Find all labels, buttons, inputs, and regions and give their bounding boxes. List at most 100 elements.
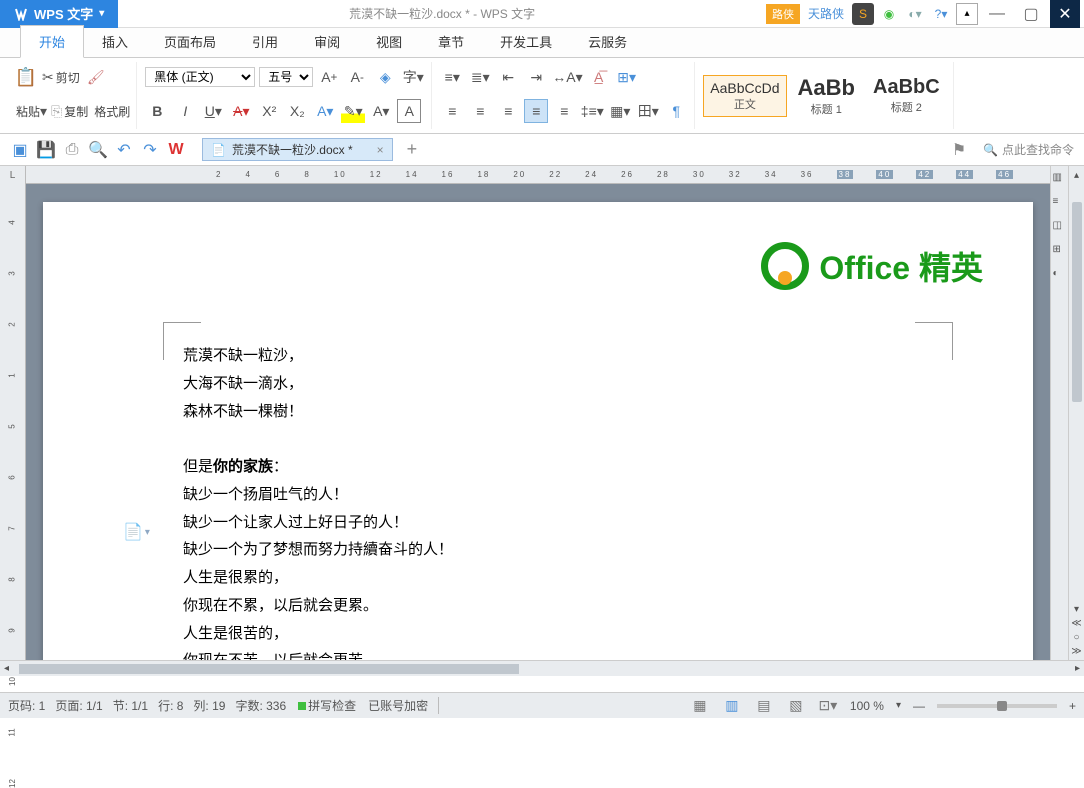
status-encrypt[interactable]: 已账号加密 bbox=[368, 697, 439, 714]
close-button[interactable]: ✕ bbox=[1050, 0, 1080, 28]
char-shading-button[interactable]: A bbox=[397, 99, 421, 123]
panel-icon-4[interactable]: ⊞ bbox=[1053, 244, 1067, 258]
minimize-button[interactable]: — bbox=[982, 0, 1012, 28]
borders-button[interactable]: 田▾ bbox=[636, 99, 660, 123]
paste-icon[interactable]: 📋 bbox=[14, 65, 38, 89]
vertical-ruler[interactable]: 432156789101112 bbox=[0, 166, 26, 660]
status-section[interactable]: 节: 1/1 bbox=[113, 697, 148, 714]
view-fullscreen-icon[interactable]: ⊡▾ bbox=[818, 696, 838, 716]
format-brush-icon[interactable]: 🖌 bbox=[84, 65, 108, 89]
tab-chapter[interactable]: 章节 bbox=[420, 26, 482, 57]
status-col[interactable]: 列: 19 bbox=[193, 697, 225, 714]
print-icon[interactable]: ⎙ bbox=[60, 138, 84, 162]
view-outline-icon[interactable]: ▤ bbox=[754, 696, 774, 716]
vertical-scrollbar[interactable]: ▴ ▾ ≪ ○ ≫ bbox=[1068, 166, 1084, 660]
style-h1[interactable]: AaBb 标题 1 bbox=[791, 70, 862, 122]
align-center-button[interactable]: ≡ bbox=[468, 99, 492, 123]
style-normal[interactable]: AaBbCcDd 正文 bbox=[703, 75, 786, 117]
align-justify-button[interactable]: ≡ bbox=[524, 99, 548, 123]
status-spell[interactable]: 拼写检查 bbox=[298, 697, 356, 714]
char-scale-button[interactable]: ↔A▾ bbox=[552, 65, 582, 89]
scroll-up-icon[interactable]: ▴ bbox=[1070, 168, 1084, 182]
change-case-icon[interactable]: 字▾ bbox=[401, 65, 425, 89]
view-print-icon[interactable]: ▦ bbox=[690, 696, 710, 716]
clear-format-icon[interactable]: ◈ bbox=[373, 65, 397, 89]
horizontal-ruler[interactable]: 2468101214161820222426283032343638404244… bbox=[26, 166, 1050, 184]
horizontal-scrollbar[interactable]: ◂ ▸ bbox=[0, 660, 1084, 676]
search-command[interactable]: 🔍 点此查找命令 bbox=[973, 141, 1084, 158]
help-icon[interactable]: ?▾ bbox=[930, 3, 952, 25]
highlight-button[interactable]: ✎▾ bbox=[341, 99, 365, 123]
scroll-left-icon[interactable]: ◂ bbox=[0, 663, 13, 674]
zoom-value[interactable]: 100 % bbox=[850, 699, 884, 713]
bold-button[interactable]: B bbox=[145, 99, 169, 123]
user-badge[interactable]: 路侠 bbox=[766, 4, 800, 24]
zoom-out-button[interactable]: — bbox=[913, 699, 925, 713]
cut-button[interactable]: ✂剪切 bbox=[42, 65, 80, 89]
scroll-down-icon[interactable]: ▾ bbox=[1070, 602, 1084, 616]
tab-insert[interactable]: 插入 bbox=[84, 26, 146, 57]
status-page-total[interactable]: 页面: 1/1 bbox=[55, 697, 102, 714]
tab-references[interactable]: 引用 bbox=[234, 26, 296, 57]
indent-dec-button[interactable]: ⇤ bbox=[496, 65, 520, 89]
view-web-icon[interactable]: ▧ bbox=[786, 696, 806, 716]
maximize-button[interactable]: ▢ bbox=[1016, 0, 1046, 28]
align-left-button[interactable]: ≡ bbox=[440, 99, 464, 123]
line-spacing-button[interactable]: A̲̅ bbox=[587, 65, 611, 89]
zoom-in-button[interactable]: + bbox=[1069, 699, 1076, 713]
status-page-no[interactable]: 页码: 1 bbox=[8, 697, 45, 714]
underline-button[interactable]: U▾ bbox=[201, 99, 225, 123]
show-marks-button[interactable]: ¶ bbox=[664, 99, 688, 123]
shading-button[interactable]: ▦▾ bbox=[608, 99, 632, 123]
align-distribute-button[interactable]: ≡ bbox=[552, 99, 576, 123]
shrink-font-icon[interactable]: A- bbox=[345, 65, 369, 89]
char-border-button[interactable]: A▾ bbox=[369, 99, 393, 123]
line-height-button[interactable]: ‡≡▾ bbox=[580, 99, 604, 123]
save-icon[interactable]: 💾 bbox=[34, 138, 58, 162]
collapse-ribbon-icon[interactable]: ▴ bbox=[956, 3, 978, 25]
paste-button[interactable]: 粘贴▾ bbox=[14, 99, 47, 123]
close-tab-icon[interactable]: × bbox=[377, 143, 384, 157]
document-body[interactable]: 荒漠不缺一粒沙，大海不缺一滴水，森林不缺一棵樹！ 但是你的家族：缺少一个扬眉吐气… bbox=[183, 342, 933, 660]
panel-icon-5[interactable]: ◐ bbox=[1053, 268, 1067, 282]
scroll-thumb[interactable] bbox=[1072, 202, 1082, 402]
font-color-button[interactable]: A▾ bbox=[313, 99, 337, 123]
copy-button[interactable]: ⎘复制 bbox=[51, 99, 88, 123]
panel-icon-3[interactable]: ◫ bbox=[1053, 220, 1067, 234]
next-page-icon[interactable]: ≫ bbox=[1070, 644, 1084, 658]
cloud-icon[interactable]: ◉ bbox=[878, 3, 900, 25]
align-right-button[interactable]: ≡ bbox=[496, 99, 520, 123]
indent-inc-button[interactable]: ⇥ bbox=[524, 65, 548, 89]
font-name-select[interactable]: 黑体 (正文) bbox=[145, 67, 255, 87]
panel-icon-1[interactable]: ▥ bbox=[1053, 172, 1067, 186]
print-preview-icon[interactable]: 🔍 bbox=[86, 138, 110, 162]
scroll-right-icon[interactable]: ▸ bbox=[1071, 663, 1084, 674]
tab-review[interactable]: 审阅 bbox=[296, 26, 358, 57]
grow-font-icon[interactable]: A+ bbox=[317, 65, 341, 89]
tab-cloud[interactable]: 云服务 bbox=[570, 26, 645, 57]
strike-button[interactable]: A▾ bbox=[229, 99, 253, 123]
style-h2[interactable]: AaBbC 标题 2 bbox=[866, 71, 947, 120]
new-tab-button[interactable]: + bbox=[407, 139, 418, 160]
redo-icon[interactable]: ↷ bbox=[138, 138, 162, 162]
superscript-button[interactable]: X² bbox=[257, 99, 281, 123]
user-name[interactable]: 天路侠 bbox=[804, 5, 848, 22]
zoom-slider[interactable] bbox=[937, 704, 1057, 708]
tab-developer[interactable]: 开发工具 bbox=[482, 26, 570, 57]
para-tools-button[interactable]: ⊞▾ bbox=[615, 65, 639, 89]
view-read-icon[interactable]: ▥ bbox=[722, 696, 742, 716]
flag-icon[interactable]: ⚑ bbox=[947, 138, 971, 162]
tab-layout[interactable]: 页面布局 bbox=[146, 26, 234, 57]
hex-icon[interactable]: S bbox=[852, 3, 874, 25]
panel-icon-2[interactable]: ≡ bbox=[1053, 196, 1067, 210]
status-words[interactable]: 字数: 336 bbox=[235, 697, 286, 714]
italic-button[interactable]: I bbox=[173, 99, 197, 123]
wps-logo-icon[interactable]: W bbox=[164, 138, 188, 162]
document-tab[interactable]: 📄 荒漠不缺一粒沙.docx * × bbox=[202, 138, 393, 161]
bullets-button[interactable]: ≡▾ bbox=[440, 65, 464, 89]
font-size-select[interactable]: 五号 bbox=[259, 67, 313, 87]
tab-view[interactable]: 视图 bbox=[358, 26, 420, 57]
format-brush-button[interactable]: 格式刷 bbox=[92, 99, 130, 123]
status-line[interactable]: 行: 8 bbox=[158, 697, 183, 714]
subscript-button[interactable]: X₂ bbox=[285, 99, 309, 123]
